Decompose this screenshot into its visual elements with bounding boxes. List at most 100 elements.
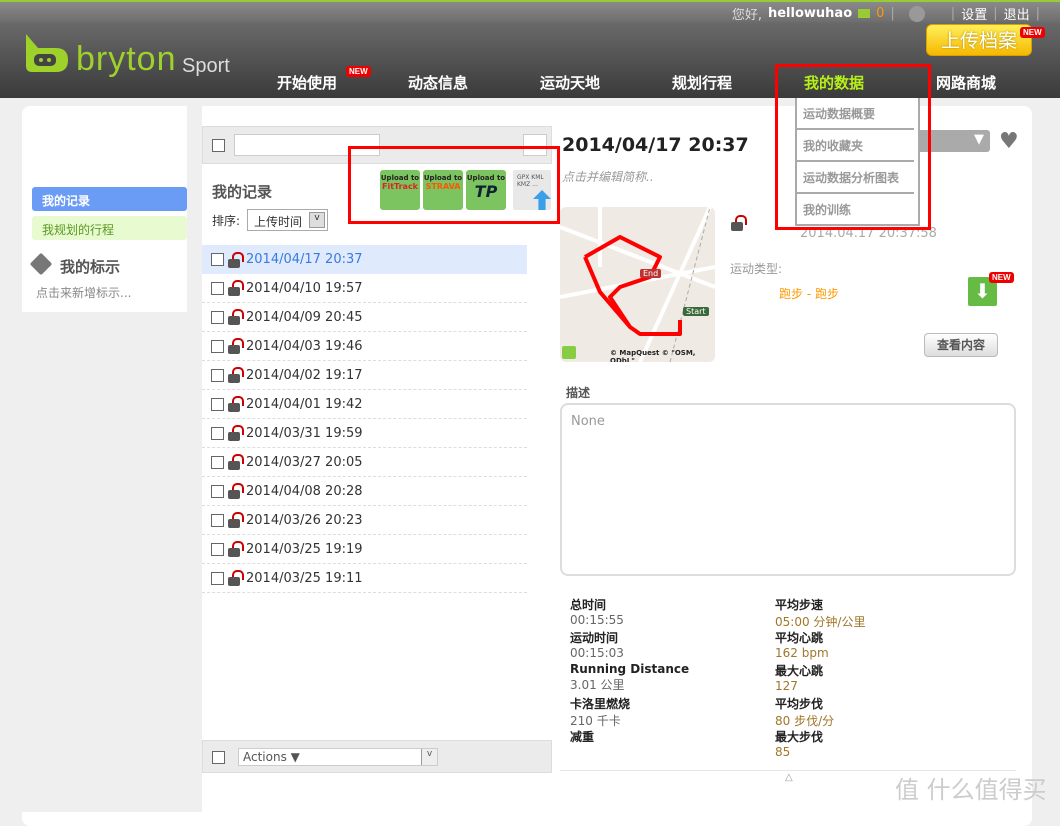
export-file-button[interactable]: GPX KML KMZ ... <box>513 170 551 210</box>
record-checkbox[interactable] <box>211 281 224 295</box>
record-date[interactable]: 2014/03/31 19:59 <box>246 426 363 441</box>
description-label: 描述 <box>566 386 591 400</box>
upload-fittrack-button[interactable]: Upload to FitTrack <box>380 170 420 210</box>
stat-value: 3.01 公里 <box>570 678 625 692</box>
record-checkbox[interactable] <box>211 513 224 527</box>
record-row[interactable]: 2014/04/10 19:57 <box>202 274 527 303</box>
upload-strava-button[interactable]: Upload to STRAVA <box>423 170 463 210</box>
stat-item: 减重 <box>570 728 689 761</box>
sidebar-item-planned-routes[interactable]: 我规划的行程 <box>32 216 187 240</box>
select-all-checkbox[interactable] <box>212 751 225 764</box>
menu-item-my-training[interactable]: 我的训练 <box>797 194 914 226</box>
record-date[interactable]: 2014/04/09 20:45 <box>246 310 363 325</box>
record-date[interactable]: 2014/04/17 20:37 <box>246 252 363 267</box>
record-date[interactable]: 2014/03/27 20:05 <box>246 455 363 470</box>
record-row[interactable]: 2014/03/25 19:19 <box>202 535 527 564</box>
upload-file-button[interactable]: 上传档案 <box>926 24 1032 56</box>
chevron-down-icon: v <box>421 749 437 765</box>
view-details-button[interactable]: 查看内容 <box>924 333 998 357</box>
record-row[interactable]: 2014/04/17 20:37 <box>202 245 527 274</box>
record-row[interactable]: 2014/04/08 20:28 <box>202 477 527 506</box>
brand-logo[interactable]: bryton <box>76 40 177 79</box>
record-date[interactable]: 2014/03/25 19:19 <box>246 542 363 557</box>
add-tag-link[interactable]: 点击来新增标示... <box>36 284 131 301</box>
lock-icon <box>228 367 244 383</box>
record-row[interactable]: 2014/03/25 19:11 <box>202 564 527 593</box>
stat-item: 卡洛里燃烧 210 千卡 <box>570 695 689 728</box>
lock-icon <box>228 338 244 354</box>
stat-label: 平均心跳 <box>775 631 824 645</box>
record-checkbox[interactable] <box>211 253 224 266</box>
menu-item-analysis-charts[interactable]: 运动数据分析图表 <box>797 162 914 194</box>
settings-link[interactable]: 设置 <box>961 4 987 23</box>
route-map[interactable]: End Start © MapQuest © "OSM, ODbL" <box>560 207 715 362</box>
record-checkbox[interactable] <box>211 571 224 585</box>
stat-item: 最大步伐 85 <box>775 728 865 761</box>
heart-icon[interactable]: ♥ <box>999 129 1019 154</box>
globe-icon[interactable] <box>908 5 925 22</box>
record-date[interactable]: 2014/03/25 19:11 <box>246 571 363 586</box>
record-date[interactable]: 2014/04/02 19:17 <box>246 368 363 383</box>
divider: | <box>950 6 956 21</box>
stats-right: 平均步速 05:00 分钟/公里 平均心跳 162 bpm 最大心跳 127 平均步伐 80 … <box>775 596 865 761</box>
logout-link[interactable]: 退出 <box>1004 4 1030 23</box>
select-all-checkbox[interactable] <box>212 139 225 152</box>
menu-item-data-overview[interactable]: 运动数据概要 <box>797 98 914 130</box>
start-marker: Start <box>683 307 709 316</box>
username[interactable]: hellowuhao <box>768 6 852 21</box>
new-badge: NEW <box>346 66 371 77</box>
nav-news[interactable]: 动态信息 <box>408 72 468 93</box>
record-checkbox[interactable] <box>211 339 224 353</box>
stat-item: 总时间 00:15:55 <box>570 596 689 629</box>
record-checkbox[interactable] <box>211 310 224 324</box>
edit-name-link[interactable]: 点击并编辑简称.. <box>562 168 654 185</box>
stat-item: 最大心跳 127 <box>775 662 865 695</box>
record-checkbox[interactable] <box>211 368 224 382</box>
sort-select[interactable]: 上传时间 v <box>247 209 328 231</box>
record-date[interactable]: 2014/04/08 20:28 <box>246 484 363 499</box>
description-textarea[interactable]: None <box>560 403 1016 576</box>
record-row[interactable]: 2014/03/26 20:23 <box>202 506 527 535</box>
lock-icon <box>228 483 244 499</box>
record-checkbox[interactable] <box>211 542 224 556</box>
lock-icon <box>228 309 244 325</box>
record-date[interactable]: 2014/04/03 19:46 <box>246 339 363 354</box>
stat-label: 总时间 <box>570 598 607 612</box>
record-date[interactable]: 2014/03/26 20:23 <box>246 513 363 528</box>
end-marker: End <box>640 269 662 278</box>
divider <box>187 106 202 812</box>
actions-select[interactable]: Actions ▼ v <box>238 748 438 766</box>
nav-plan-route[interactable]: 规划行程 <box>672 72 732 93</box>
record-checkbox[interactable] <box>211 426 224 440</box>
sidebar-item-my-records[interactable]: 我的记录 <box>32 187 187 211</box>
lock-icon <box>228 454 244 470</box>
chevron-down-icon: v <box>309 212 325 228</box>
stat-value: 210 千卡 <box>570 714 621 728</box>
record-date[interactable]: 2014/04/01 19:42 <box>246 397 363 412</box>
mail-count[interactable]: 0 <box>876 6 884 21</box>
stat-item: Running Distance 3.01 公里 <box>570 662 689 695</box>
record-row[interactable]: 2014/04/09 20:45 <box>202 303 527 332</box>
collapse-icon[interactable]: △ <box>785 772 793 783</box>
nav-sports[interactable]: 运动天地 <box>540 72 600 93</box>
stat-label: 减重 <box>570 730 595 744</box>
record-date[interactable]: 2014/04/10 19:57 <box>246 281 363 296</box>
record-checkbox[interactable] <box>211 397 224 411</box>
record-checkbox[interactable] <box>211 484 224 498</box>
record-row[interactable]: 2014/03/31 19:59 <box>202 419 527 448</box>
record-row[interactable]: 2014/04/03 19:46 <box>202 332 527 361</box>
mail-icon[interactable] <box>858 9 871 18</box>
divider: | <box>993 6 998 21</box>
nav-getting-started[interactable]: 开始使用 <box>277 72 337 93</box>
bryton-logo-icon[interactable] <box>22 32 70 74</box>
menu-item-favorites[interactable]: 我的收藏夹 <box>797 130 914 162</box>
upload-trainingpeaks-button[interactable]: Upload to TP <box>466 170 506 210</box>
record-row[interactable]: 2014/03/27 20:05 <box>202 448 527 477</box>
nav-shop[interactable]: 网路商城 <box>936 72 996 93</box>
record-row[interactable]: 2014/04/02 19:17 <box>202 361 527 390</box>
record-checkbox[interactable] <box>211 455 224 469</box>
sport-type-label: 运动类型: <box>730 262 783 276</box>
watermark: 值 什么值得买 <box>895 776 1047 804</box>
record-row[interactable]: 2014/04/01 19:42 <box>202 390 527 419</box>
top-bar: 您好, hellowuhao 0 | | 设置 | 退出 | <box>0 0 1060 23</box>
